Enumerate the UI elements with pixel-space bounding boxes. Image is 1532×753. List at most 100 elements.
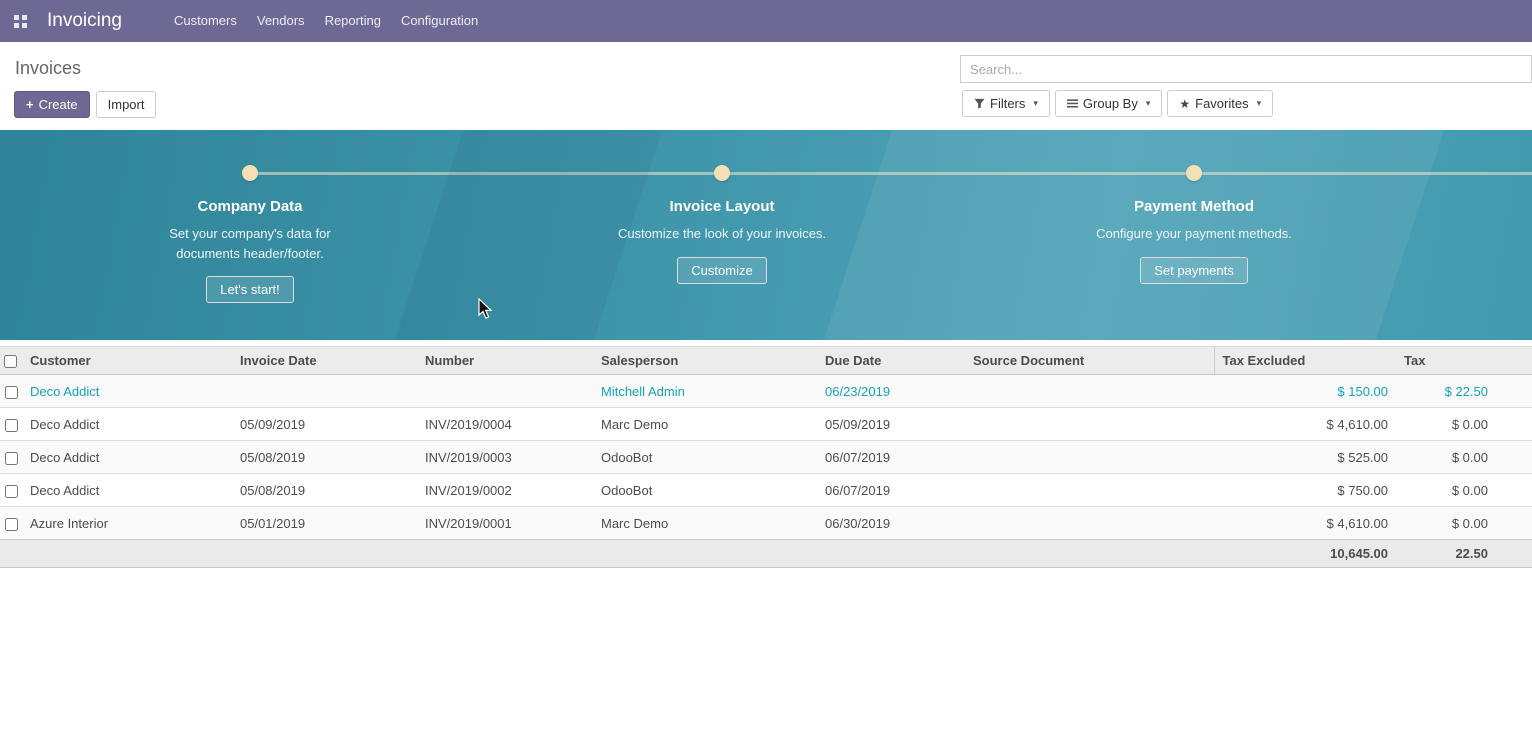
set-payments-button[interactable]: Set payments (1140, 257, 1248, 284)
total-tax: 22.50 (1396, 540, 1532, 568)
cell-salesperson[interactable]: OdooBot (593, 441, 817, 474)
filters-button[interactable]: Filters ▾ (962, 90, 1050, 117)
cell-invoice-date[interactable]: 05/01/2019 (232, 507, 417, 540)
cell-due-date[interactable]: 05/09/2019 (817, 408, 965, 441)
menu-reporting[interactable]: Reporting (315, 0, 391, 42)
table-row[interactable]: Deco Addict 05/09/2019 INV/2019/0004 Mar… (0, 408, 1532, 441)
menu-configuration[interactable]: Configuration (391, 0, 488, 42)
col-salesperson[interactable]: Salesperson (593, 347, 817, 375)
group-by-button[interactable]: Group By ▾ (1055, 90, 1162, 117)
cell-due-date[interactable]: 06/30/2019 (817, 507, 965, 540)
step-dot (242, 165, 258, 181)
cell-invoice-date[interactable]: 05/08/2019 (232, 441, 417, 474)
control-panel: Invoices +Create Import Filters ▾ Group … (0, 42, 1532, 130)
menu-customers[interactable]: Customers (164, 0, 247, 42)
menu-vendors[interactable]: Vendors (247, 0, 315, 42)
topbar-menus: Customers Vendors Reporting Configuratio… (164, 0, 488, 42)
row-select-cell (0, 408, 22, 441)
favorites-button[interactable]: ★ Favorites ▾ (1167, 90, 1273, 117)
select-all-checkbox[interactable] (4, 355, 17, 368)
cell-due-date[interactable]: 06/23/2019 (817, 375, 965, 408)
cell-customer[interactable]: Deco Addict (22, 441, 232, 474)
cell-tax-excluded[interactable]: $ 4,610.00 (1214, 408, 1396, 441)
col-tax-excluded[interactable]: Tax Excluded (1214, 347, 1396, 375)
invoice-list-table: Customer Invoice Date Number Salesperson… (0, 346, 1532, 568)
cell-tax[interactable]: $ 0.00 (1396, 474, 1532, 507)
cell-number[interactable] (417, 375, 593, 408)
cell-tax-excluded[interactable]: $ 150.00 (1214, 375, 1396, 408)
step-title: Invoice Layout (669, 198, 774, 215)
cell-number[interactable]: INV/2019/0002 (417, 474, 593, 507)
chevron-down-icon: ▾ (1146, 98, 1151, 109)
cell-invoice-date[interactable] (232, 375, 417, 408)
row-checkbox[interactable] (5, 452, 18, 465)
import-button[interactable]: Import (96, 91, 157, 118)
cell-source-document[interactable] (965, 408, 1214, 441)
cell-due-date[interactable]: 06/07/2019 (817, 474, 965, 507)
table-row[interactable]: Deco Addict 05/08/2019 INV/2019/0002 Odo… (0, 474, 1532, 507)
row-select-cell (0, 507, 22, 540)
cell-tax-excluded[interactable]: $ 4,610.00 (1214, 507, 1396, 540)
col-customer[interactable]: Customer (22, 347, 232, 375)
row-select-cell (0, 441, 22, 474)
breadcrumb: Invoices (15, 58, 81, 79)
total-tax-excluded: 10,645.00 (1214, 540, 1396, 568)
totals-spacer (0, 540, 1214, 568)
cell-number[interactable]: INV/2019/0003 (417, 441, 593, 474)
favorites-label: Favorites (1195, 96, 1248, 111)
apps-menu-icon[interactable] (8, 9, 33, 34)
cell-tax[interactable]: $ 0.00 (1396, 408, 1532, 441)
create-button[interactable]: +Create (14, 91, 90, 118)
table-row[interactable]: Deco Addict 05/08/2019 INV/2019/0003 Odo… (0, 441, 1532, 474)
row-checkbox[interactable] (5, 485, 18, 498)
cell-invoice-date[interactable]: 05/09/2019 (232, 408, 417, 441)
row-checkbox[interactable] (5, 518, 18, 531)
lets-start-button[interactable]: Let's start! (206, 276, 294, 303)
cell-source-document[interactable] (965, 375, 1214, 408)
cell-tax[interactable]: $ 22.50 (1396, 375, 1532, 408)
group-by-icon (1067, 98, 1078, 109)
cell-salesperson[interactable]: Mitchell Admin (593, 375, 817, 408)
cell-tax-excluded[interactable]: $ 525.00 (1214, 441, 1396, 474)
table-row[interactable]: Azure Interior 05/01/2019 INV/2019/0001 … (0, 507, 1532, 540)
filter-row: Filters ▾ Group By ▾ ★ Favorites ▾ (962, 90, 1273, 117)
col-source-document[interactable]: Source Document (965, 347, 1214, 375)
customize-button[interactable]: Customize (677, 257, 766, 284)
onboarding-step-invoice-layout: Invoice Layout Customize the look of you… (562, 165, 882, 284)
table-row[interactable]: Deco Addict Mitchell Admin 06/23/2019 $ … (0, 375, 1532, 408)
cell-tax[interactable]: $ 0.00 (1396, 441, 1532, 474)
cell-customer[interactable]: Deco Addict (22, 375, 232, 408)
cell-customer[interactable]: Deco Addict (22, 408, 232, 441)
filter-icon (974, 98, 985, 109)
col-invoice-date[interactable]: Invoice Date (232, 347, 417, 375)
row-checkbox[interactable] (5, 386, 18, 399)
cell-invoice-date[interactable]: 05/08/2019 (232, 474, 417, 507)
cell-number[interactable]: INV/2019/0004 (417, 408, 593, 441)
row-select-cell (0, 474, 22, 507)
col-number[interactable]: Number (417, 347, 593, 375)
cell-tax[interactable]: $ 0.00 (1396, 507, 1532, 540)
cell-number[interactable]: INV/2019/0001 (417, 507, 593, 540)
apps-grid-icon (14, 15, 27, 28)
cell-source-document[interactable] (965, 507, 1214, 540)
col-tax[interactable]: Tax (1396, 347, 1532, 375)
select-all-cell (0, 347, 22, 375)
step-title: Payment Method (1134, 198, 1254, 215)
cell-customer[interactable]: Azure Interior (22, 507, 232, 540)
plus-icon: + (26, 97, 34, 112)
cell-source-document[interactable] (965, 441, 1214, 474)
cell-salesperson[interactable]: Marc Demo (593, 408, 817, 441)
row-checkbox[interactable] (5, 419, 18, 432)
cell-tax-excluded[interactable]: $ 750.00 (1214, 474, 1396, 507)
cell-customer[interactable]: Deco Addict (22, 474, 232, 507)
col-due-date[interactable]: Due Date (817, 347, 965, 375)
star-icon: ★ (1179, 98, 1190, 110)
cell-source-document[interactable] (965, 474, 1214, 507)
step-dot (1186, 165, 1202, 181)
cell-due-date[interactable]: 06/07/2019 (817, 441, 965, 474)
app-title[interactable]: Invoicing (47, 10, 122, 32)
group-by-label: Group By (1083, 96, 1138, 111)
cell-salesperson[interactable]: Marc Demo (593, 507, 817, 540)
search-input[interactable] (960, 55, 1532, 83)
cell-salesperson[interactable]: OdooBot (593, 474, 817, 507)
